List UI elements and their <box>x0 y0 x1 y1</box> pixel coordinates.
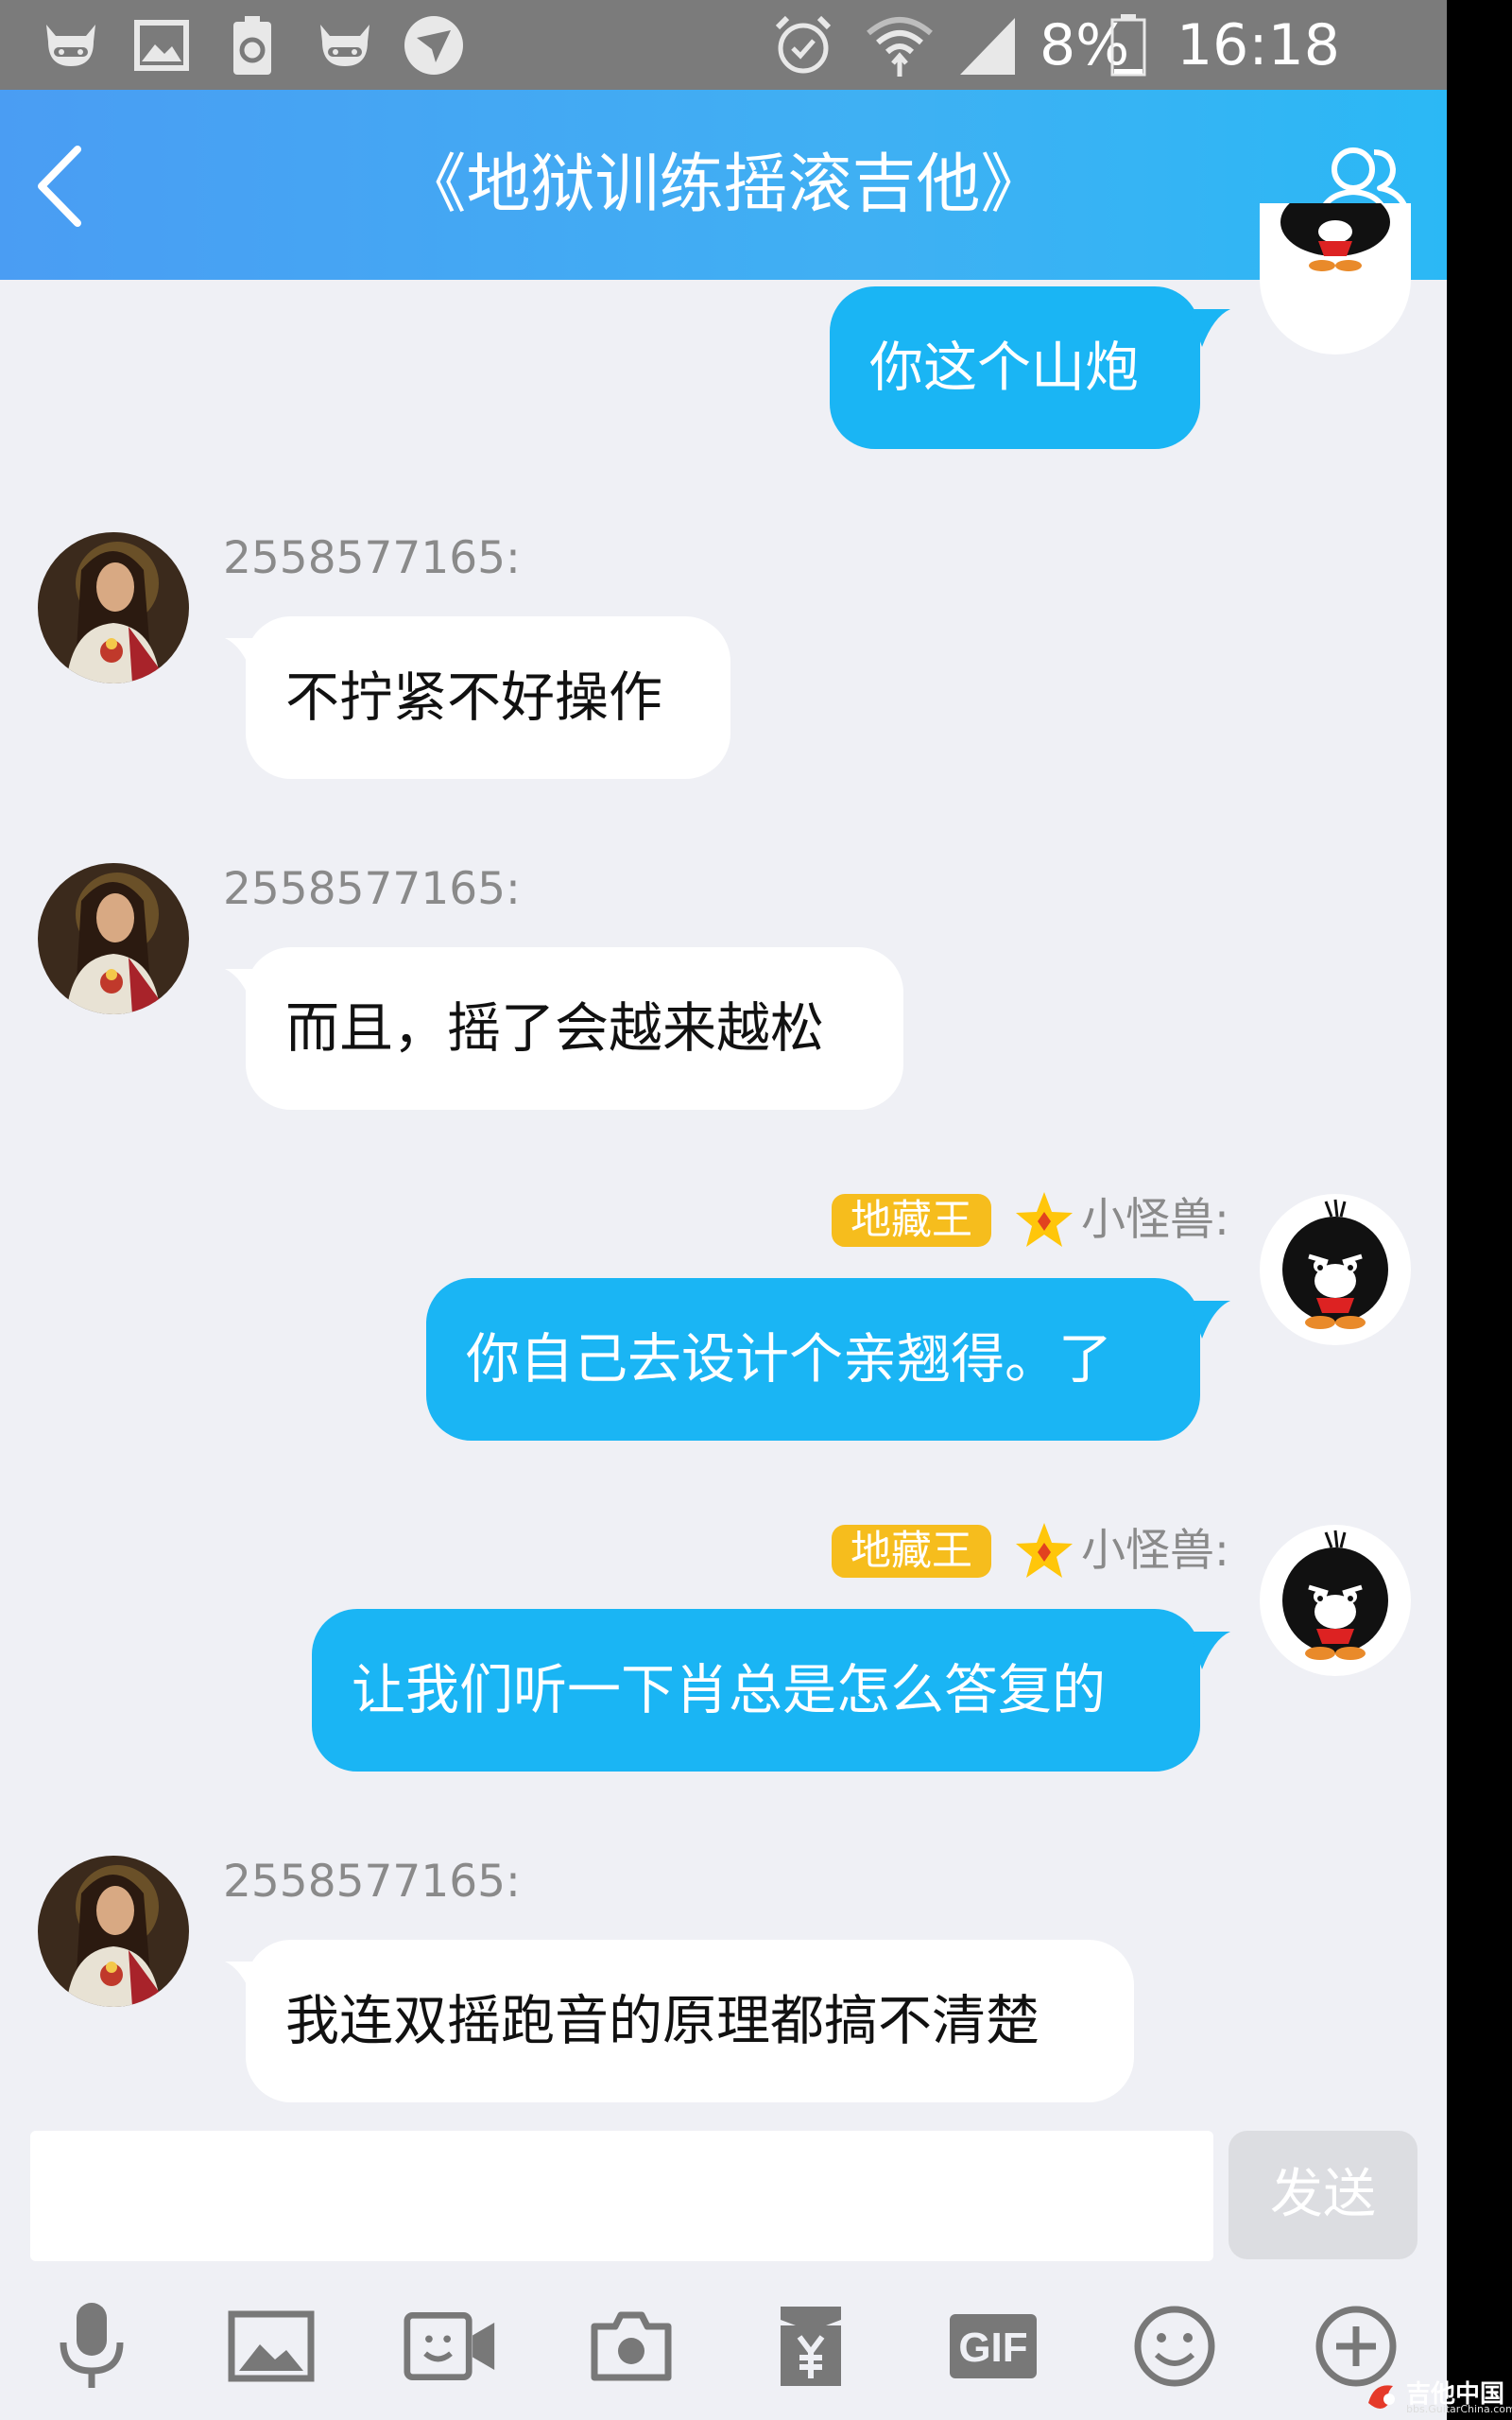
back-button[interactable] <box>28 142 94 232</box>
message-bubble-outgoing[interactable]: 让我们听一下肖总是怎么答复的 <box>312 1609 1200 1772</box>
message-input[interactable] <box>30 2131 1213 2261</box>
chat-title: 《地狱训练摇滚吉他》 <box>402 147 1045 222</box>
svg-text:GIF: GIF <box>958 2325 1027 2371</box>
microphone-icon <box>60 2303 124 2388</box>
message-bubble-outgoing[interactable]: 你这个山炮 <box>830 286 1200 449</box>
sender-name: 小怪兽: <box>1081 1194 1229 1246</box>
sender-name: 2558577165: <box>223 863 521 915</box>
sender-name: 小怪兽: <box>1081 1525 1229 1577</box>
chat-screen: 8% 16:18 《地狱训练摇滚吉他》 你这个山炮 2558577165: 不拧… <box>0 0 1447 2420</box>
send-button[interactable]: 发送 <box>1228 2131 1418 2259</box>
image-icon <box>132 17 191 74</box>
watermark-url: bbs.GuitarChina.com <box>1406 2403 1512 2415</box>
voice-button[interactable] <box>44 2299 139 2394</box>
image-icon <box>228 2310 315 2382</box>
album-button[interactable] <box>224 2299 318 2394</box>
emoji-icon <box>1134 2306 1215 2387</box>
sender-name: 2558577165: <box>223 1856 521 1908</box>
wifi-icon <box>862 17 937 77</box>
chat-header: 《地狱训练摇滚吉他》 <box>0 90 1447 280</box>
message-bubble-outgoing[interactable]: 你自己去设计个亲翘得。了 <box>426 1278 1200 1441</box>
penguin-monster-avatar[interactable] <box>1260 203 1411 354</box>
red-packet-yen-icon <box>781 2307 841 2386</box>
red-packet-button[interactable] <box>764 2299 858 2394</box>
star-level-icon <box>1016 1192 1073 1247</box>
battery-icon <box>1108 14 1149 77</box>
sender-name: 2558577165: <box>223 532 521 584</box>
video-call-icon <box>404 2311 495 2381</box>
status-bar: 8% 16:18 <box>0 0 1447 90</box>
gif-icon: GIF <box>950 2314 1037 2378</box>
message-bubble-incoming[interactable]: 我连双摇跑音的原理都搞不清楚 <box>246 1940 1134 2102</box>
penguin-monster-avatar[interactable] <box>1260 1525 1411 1676</box>
member-title-badge: 地藏王 <box>832 1525 991 1578</box>
battery-recycle-icon <box>227 16 278 75</box>
bubble-tail <box>1189 1632 1230 1669</box>
cow-icon <box>312 17 378 74</box>
bubble-tail <box>1189 1301 1230 1339</box>
signal-icon <box>954 17 1021 75</box>
message-bubble-incoming[interactable]: 不拧紧不好操作 <box>246 616 730 779</box>
camera-icon <box>591 2311 672 2381</box>
chevron-left-icon <box>38 146 81 227</box>
penguin-monster-avatar[interactable] <box>1260 1194 1411 1345</box>
gif-button[interactable]: GIF <box>946 2299 1040 2394</box>
alarm-icon <box>770 15 836 74</box>
bubble-tail <box>1189 309 1230 347</box>
paper-plane-app-icon <box>401 16 467 75</box>
message-bubble-incoming[interactable]: 而且，摇了会越来越松 <box>246 947 903 1110</box>
camera-button[interactable] <box>584 2299 679 2394</box>
screen-edge <box>1447 0 1512 2420</box>
jesus-portrait-avatar[interactable] <box>38 1856 189 2007</box>
jesus-portrait-avatar[interactable] <box>38 532 189 683</box>
input-toolbar: GIF <box>0 2278 1447 2420</box>
video-call-button[interactable] <box>404 2299 498 2394</box>
clock: 16:18 <box>1177 12 1340 78</box>
member-title-badge: 地藏王 <box>832 1194 991 1247</box>
star-level-icon <box>1016 1523 1073 1578</box>
emoji-button[interactable] <box>1127 2299 1222 2394</box>
cow-icon <box>38 17 104 74</box>
jesus-portrait-avatar[interactable] <box>38 863 189 1014</box>
